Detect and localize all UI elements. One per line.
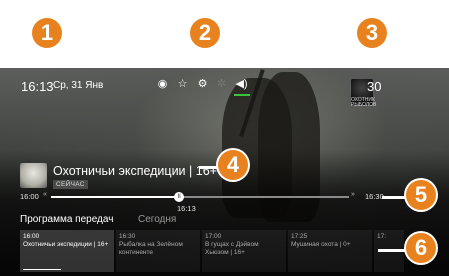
clock-time: 16:13: [21, 79, 54, 94]
timeline: 16:00 « II 16:13 » 16:30: [0, 190, 449, 213]
screen: 16:13 Ср, 31 Янв ◉ ☆ ⚙ ✲ ◀) ОХОТНИК РЫБО…: [0, 0, 449, 276]
fast-forward-icon[interactable]: »: [351, 191, 355, 198]
gear-icon[interactable]: ✲: [215, 78, 228, 91]
guide-card-time: 17:00: [205, 233, 222, 240]
callout-5-pointer: [382, 196, 408, 199]
timeline-end: 16:30: [365, 192, 384, 201]
callout-1: 1: [32, 18, 62, 48]
now-badge: СЕЙЧАС: [53, 180, 88, 189]
guide-card-time: 16:00: [23, 233, 40, 240]
callout-5: 5: [406, 180, 436, 210]
guide-card-title: Рыбалка на Зелёном континенте: [119, 241, 183, 256]
guide-card-title: Охотничьи экспедиции | 16+: [23, 241, 109, 248]
program-title: Охотничьи экспедиции | 16+: [53, 164, 217, 178]
playhead-pause-icon[interactable]: II: [174, 192, 185, 202]
guide-card[interactable]: 16:00 Охотничьи экспедиции | 16+: [20, 230, 114, 272]
status-bar: 16:13 Ср, 31 Янв ◉ ☆ ⚙ ✲ ◀): [0, 74, 449, 96]
callout-4: 4: [218, 150, 248, 180]
guide-card-title: В гущах с Дэйвом Хьюзом | 16+: [205, 241, 259, 256]
progress-track[interactable]: [51, 196, 349, 198]
guide-card-progress: [23, 268, 61, 270]
volume-icon[interactable]: ◀): [235, 78, 248, 91]
channel-number: 30: [367, 79, 382, 94]
timeline-current: 16:13: [177, 204, 196, 213]
settings-icon[interactable]: ⚙: [196, 78, 209, 91]
record-icon[interactable]: ◉: [156, 78, 169, 91]
callout-3: 3: [357, 18, 387, 48]
tab-program-guide[interactable]: Программа передач: [20, 214, 113, 225]
callout-6-pointer: [378, 249, 408, 252]
callout-2: 2: [190, 18, 220, 48]
star-icon[interactable]: ☆: [176, 78, 189, 91]
guide-card[interactable]: 17:25 Мушиная охота | 0+: [288, 230, 372, 272]
progress-fill: [51, 196, 180, 198]
guide-card-title: Мушиная охота | 0+: [291, 241, 351, 248]
rewind-icon[interactable]: «: [43, 191, 47, 198]
guide-card-time: 17:25: [291, 233, 308, 240]
timeline-start: 16:00: [20, 192, 39, 201]
tab-today[interactable]: Сегодня: [138, 214, 176, 225]
guide-card-time: 17:: [377, 233, 387, 240]
guide-card[interactable]: 17:00 В гущах с Дэйвом Хьюзом | 16+: [202, 230, 286, 272]
program-guide: Программа передач Сегодня 16:00 Охотничьи…: [0, 214, 449, 276]
callout-6: 6: [406, 233, 436, 263]
audio-active-indicator: [234, 94, 250, 96]
clock-date: Ср, 31 Янв: [53, 80, 104, 91]
guide-card[interactable]: 16:30 Рыбалка на Зелёном континенте: [116, 230, 200, 272]
program-channel-logo: [20, 163, 47, 188]
guide-card-time: 16:30: [119, 233, 136, 240]
